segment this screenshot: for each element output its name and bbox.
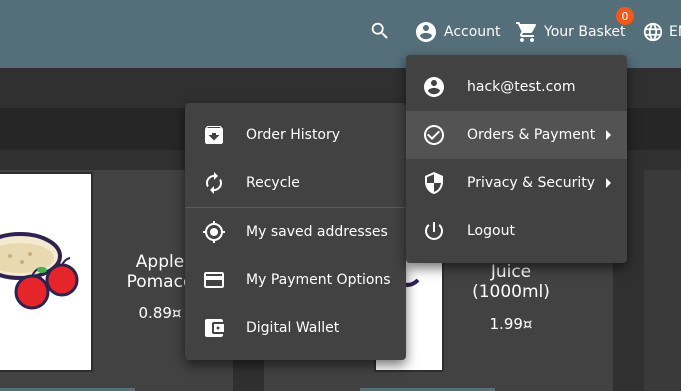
account-label: Account — [444, 24, 501, 40]
account-menu: hack@test.com Orders & Payment Privacy &… — [406, 55, 627, 263]
wallet-icon — [202, 316, 226, 340]
menu-item-label: Logout — [467, 223, 515, 239]
shield-icon — [422, 171, 446, 195]
basket-button[interactable]: Your Basket — [515, 20, 626, 44]
account-circle-icon — [416, 22, 436, 42]
product-name: Juice (1000ml) — [472, 262, 550, 302]
menu-item-label: Digital Wallet — [246, 320, 340, 336]
archive-icon — [202, 123, 226, 147]
menu-item-recycle[interactable]: Recycle — [185, 159, 406, 207]
menu-item-orders-payment[interactable]: Orders & Payment — [406, 111, 627, 159]
basket-label: Your Basket — [544, 24, 626, 40]
menu-item-label: Orders & Payment — [467, 127, 596, 143]
credit-card-icon — [202, 268, 226, 292]
search-icon — [371, 22, 388, 39]
recycle-icon — [202, 171, 226, 195]
location-icon — [202, 220, 226, 244]
submenu-arrow-icon — [606, 178, 611, 188]
globe-icon — [643, 22, 663, 42]
power-icon — [422, 219, 446, 243]
language-button[interactable]: EN — [642, 20, 681, 44]
menu-item-label: Privacy & Security — [467, 175, 595, 191]
basket-count-badge: 0 — [616, 7, 634, 25]
cart-icon — [516, 22, 537, 42]
menu-item-label: My Payment Options — [246, 272, 391, 288]
menu-item-logout[interactable]: Logout — [406, 207, 627, 255]
menu-item-privacy-security[interactable]: Privacy & Security — [406, 159, 627, 207]
menu-item-saved-addresses[interactable]: My saved addresses — [185, 208, 406, 256]
menu-item-payment-options[interactable]: My Payment Options — [185, 256, 406, 304]
account-circle-icon — [422, 75, 446, 99]
menu-item-label: Order History — [246, 127, 341, 143]
orders-payment-submenu: Order History Recycle My saved addresses… — [185, 103, 406, 360]
menu-item-label: My saved addresses — [246, 224, 388, 240]
product-price: 1.99¤ — [489, 315, 533, 333]
apple-pomace-image — [0, 232, 79, 310]
check-circle-icon — [422, 123, 446, 147]
product-image — [0, 172, 93, 372]
menu-item-digital-wallet[interactable]: Digital Wallet — [185, 304, 406, 352]
menu-item-user-email[interactable]: hack@test.com — [406, 63, 627, 111]
menu-item-order-history[interactable]: Order History — [185, 111, 406, 159]
menu-item-label: Recycle — [246, 175, 300, 191]
submenu-arrow-icon — [606, 130, 611, 140]
menu-item-label: hack@test.com — [467, 79, 576, 95]
language-label: EN — [669, 24, 681, 40]
search-button[interactable] — [369, 20, 391, 42]
account-button[interactable]: Account — [414, 20, 501, 44]
product-card[interactable] — [644, 170, 681, 391]
